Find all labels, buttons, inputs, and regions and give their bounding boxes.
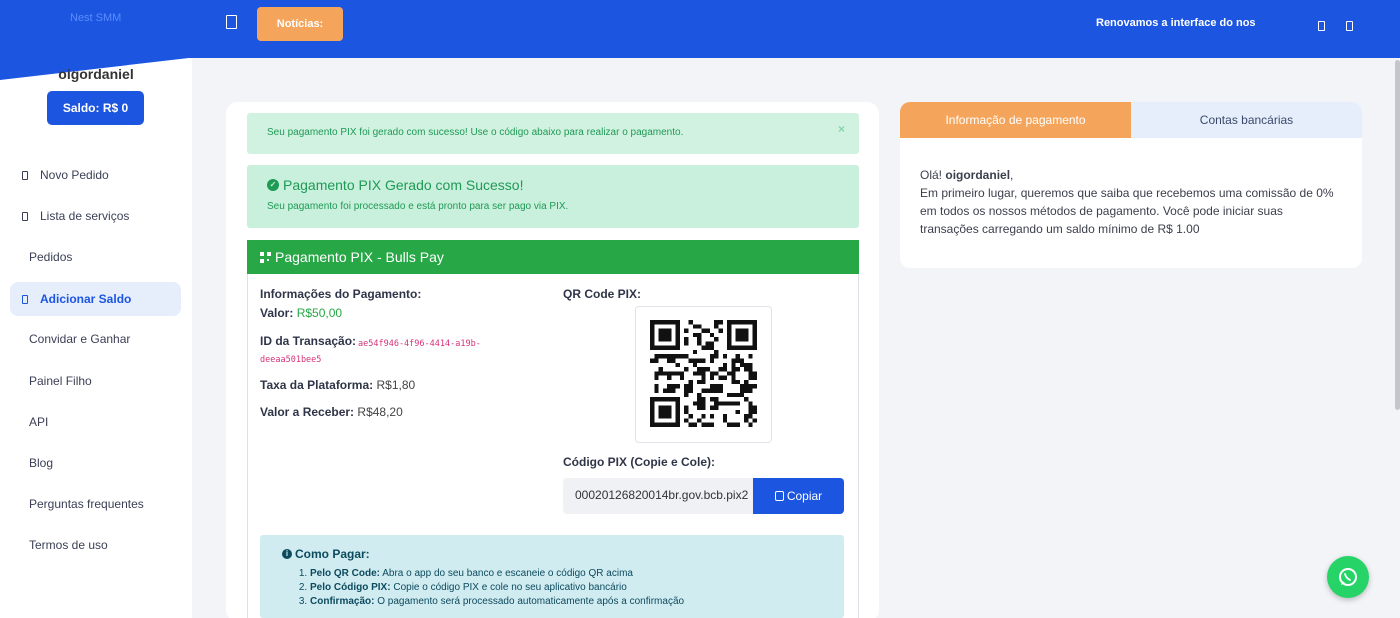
pix-panel-header: Pagamento PIX - Bulls Pay [247,240,859,274]
how-to-pay-box: i Como Pagar: Pelo QR Code: Abra o app d… [260,535,844,618]
logo-text[interactable]: Nest SMM [70,12,121,24]
tab-payment-info[interactable]: Informação de pagamento [900,102,1131,138]
success-text: Seu pagamento foi processado e está pron… [267,201,569,212]
sidebar-item-label: Perguntas frequentes [29,497,144,511]
pix-code-title: Código PIX (Copie e Cole): [563,455,715,469]
sidebar-item-api[interactable]: API [10,405,181,439]
step-bold: Pelo Código PIX: [310,582,391,593]
whatsapp-button[interactable] [1327,556,1369,598]
payment-info-body: Em primeiro lugar, queremos que saiba qu… [920,186,1334,236]
qrcode-icon [260,251,271,263]
sidebar-item-label: Adicionar Saldo [40,292,132,306]
user-menu-icon[interactable] [1346,21,1353,31]
qr-title: QR Code PIX: [563,287,642,301]
how-to-pay-title: i Como Pagar: [282,547,822,561]
top-navbar [0,0,1400,58]
step-text: Copie o código PIX e cole no seu aplicat… [393,582,627,593]
payment-info-card: Informação de pagamento Contas bancárias… [900,102,1362,268]
copy-button[interactable]: Copiar [753,478,844,514]
success-alert: ✓ Pagamento PIX Gerado com Sucesso! Seu … [247,165,859,228]
sidebar-item-label: Novo Pedido [40,168,109,182]
how-to-pay-steps: Pelo QR Code: Abra o app do seu banco e … [310,567,822,609]
valor-value: R$50,00 [296,306,343,320]
sidebar-item-pedidos[interactable]: Pedidos [10,240,181,274]
sidebar-item-blog[interactable]: Blog [10,446,181,480]
step-bold: Pelo QR Code: [310,568,381,579]
list-item: Pelo Código PIX: Copie o código PIX e co… [310,581,822,595]
sidebar-item-convidar[interactable]: Convidar e Ganhar [10,322,181,356]
info-icon: i [282,549,292,559]
success-title: ✓ Pagamento PIX Gerado com Sucesso! [267,177,839,193]
taxa-value: R$1,80 [376,378,416,392]
tab-bank-accounts[interactable]: Contas bancárias [1131,102,1362,138]
pix-panel-title: Pagamento PIX - Bulls Pay [275,249,444,265]
success-title-text: Pagamento PIX Gerado com Sucesso! [283,177,524,193]
menu-toggle-icon[interactable] [226,15,237,29]
alert-text: Seu pagamento PIX foi gerado com sucesso… [267,127,684,138]
txid-value: ae54f946-4f96-4414-a19b-deeaa501bee5 [260,336,510,368]
txid-text: ae54f946-4f96-4414-a19b-deeaa501bee5 [260,339,481,365]
news-button[interactable]: Notícias: [257,7,343,41]
balance-button[interactable]: Saldo: R$ 0 [47,91,144,125]
sidebar-item-label: Termos de uso [29,538,108,552]
step-text: O pagamento será processado automaticame… [377,596,685,607]
greeting-comma: , [1010,168,1014,182]
cart-icon [22,170,28,180]
sidebar-item-termos[interactable]: Termos de uso [10,528,181,562]
scrollbar-thumb[interactable] [1395,60,1400,410]
username: oigordaniel [58,66,134,82]
sidebar-item-label: Convidar e Ganhar [29,332,131,346]
close-icon[interactable]: × [838,122,845,136]
check-circle-icon: ✓ [267,179,279,191]
news-marquee: Renovamos a interface do nos [1096,17,1256,29]
sidebar-item-label: Pedidos [29,250,73,264]
taxa-label: Taxa da Plataforma: [260,378,374,392]
sidebar-item-label: Blog [29,456,54,470]
sidebar-item-faq[interactable]: Perguntas frequentes [10,487,181,521]
theme-toggle-icon[interactable] [1318,21,1325,31]
payment-info-title: Informações do Pagamento: [260,287,422,301]
list-item: Confirmação: O pagamento será processado… [310,595,822,609]
list-icon [22,211,28,221]
payment-info-text: Olá! oigordaniel, Em primeiro lugar, que… [920,166,1340,238]
sidebar-item-lista-servicos[interactable]: Lista de serviços [10,199,181,233]
list-item: Pelo QR Code: Abra o app do seu banco e … [310,567,822,581]
pix-generated-alert: Seu pagamento PIX foi gerado com sucesso… [247,113,859,154]
step-bold: Confirmação: [310,596,375,607]
greeting-name: oigordaniel [945,168,1011,182]
sidebar-item-novo-pedido[interactable]: Novo Pedido [10,158,181,192]
step-text: Abra o app do seu banco e escaneie o cód… [382,568,633,579]
sidebar-item-painel-filho[interactable]: Painel Filho [10,364,181,398]
receber-label: Valor a Receber: [260,405,355,419]
wallet-icon [22,294,28,304]
receber-value: R$48,20 [357,405,403,419]
pix-code-input[interactable]: 00020126820014br.gov.bcb.pix2 [563,478,753,514]
greeting: Olá! [920,168,943,182]
valor-row: Valor: R$50,00 [260,306,342,320]
sidebar-item-label: Lista de serviços [40,209,130,223]
sidebar-item-label: Painel Filho [29,374,92,388]
qr-code-image [650,320,757,427]
valor-label: Valor: [260,306,294,320]
sidebar-item-adicionar-saldo[interactable]: Adicionar Saldo [10,282,181,316]
sidebar-item-label: API [29,415,49,429]
taxa-row: Taxa da Plataforma: R$1,80 [260,378,415,392]
whatsapp-icon [1339,568,1357,586]
copy-button-label: Copiar [786,489,823,503]
how-to-pay-title-text: Como Pagar: [295,547,370,561]
copy-icon [774,491,784,501]
receber-row: Valor a Receber: R$48,20 [260,405,403,419]
